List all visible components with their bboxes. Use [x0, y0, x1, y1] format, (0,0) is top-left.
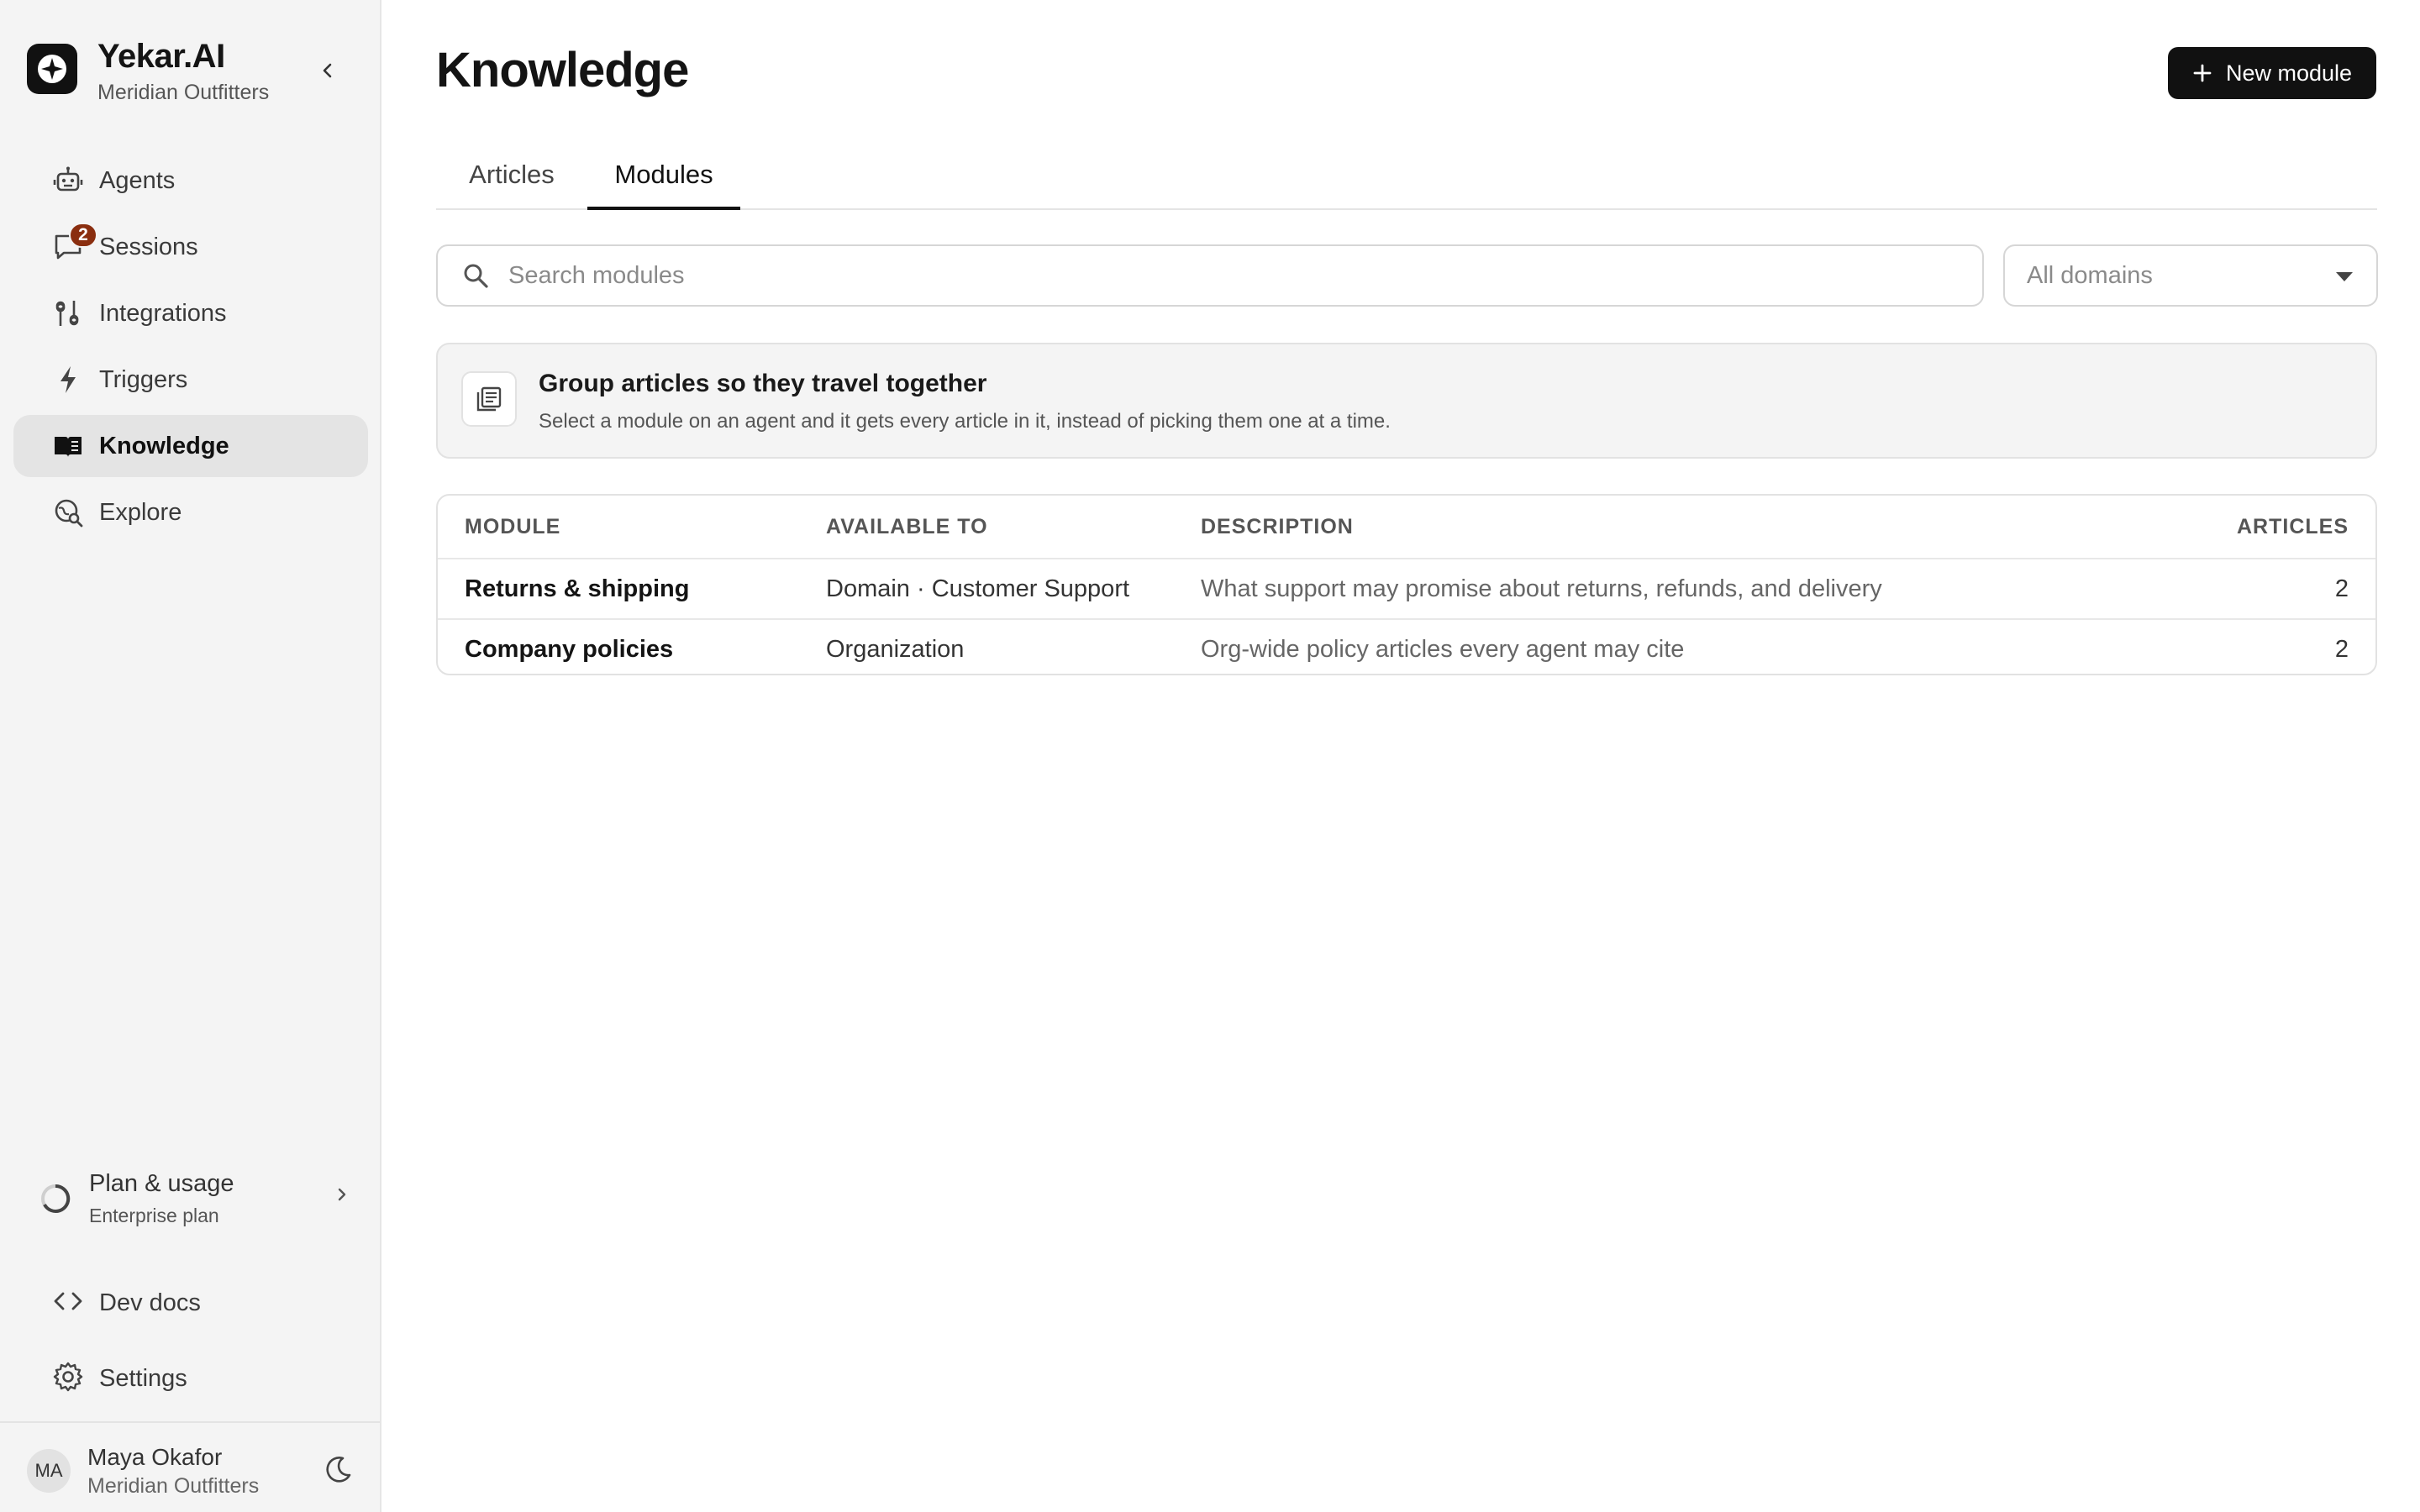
sidebar-item-sessions[interactable]: 2 Sessions [13, 216, 368, 278]
settings-link[interactable]: Settings [52, 1361, 187, 1397]
column-header-available-to[interactable]: AVAILABLE TO [826, 496, 988, 558]
brand-logo-icon [27, 44, 77, 94]
moon-icon [326, 1457, 351, 1483]
sidebar-item-label: Triggers [99, 365, 188, 393]
plan-title: Plan & usage [89, 1170, 234, 1197]
modules-table: MODULE AVAILABLE TO DESCRIPTION ARTICLES… [436, 494, 2377, 675]
sidebar-item-label: Sessions [99, 233, 198, 260]
brand-name: Yekar.AI [97, 38, 225, 75]
sidebar-item-agents[interactable]: Agents [13, 150, 368, 212]
search-input[interactable] [507, 260, 1939, 291]
info-callout: Group articles so they travel together S… [436, 343, 2377, 459]
settings-label: Settings [99, 1365, 187, 1392]
explore-icon [52, 496, 84, 528]
module-available-to: Domain · Customer Support [826, 575, 1130, 602]
plus-icon [2192, 63, 2212, 83]
new-module-label: New module [2225, 60, 2353, 86]
column-header-module[interactable]: MODULE [465, 496, 560, 558]
gear-icon [52, 1361, 84, 1397]
info-description: Select a module on an agent and it gets … [539, 410, 1391, 433]
brand-org: Meridian Outfitters [97, 81, 270, 104]
code-icon [52, 1285, 84, 1321]
new-module-button[interactable]: New module [2168, 47, 2376, 99]
integrations-icon [52, 297, 84, 329]
plan-usage[interactable]: Plan & usage Enterprise plan [39, 1161, 350, 1236]
sidebar: Yekar.AI Meridian Outfitters Agents 2 Se… [0, 0, 381, 1512]
sidebar-item-label: Explore [99, 498, 182, 526]
search-icon [461, 261, 490, 290]
sidebar-item-integrations[interactable]: Integrations [13, 282, 368, 344]
theme-toggle-button[interactable] [323, 1453, 355, 1489]
sessions-count-badge: 2 [69, 223, 97, 248]
sidebar-item-label: Agents [99, 166, 176, 194]
sidebar-item-triggers[interactable]: Triggers [13, 349, 368, 411]
robot-icon [52, 165, 84, 197]
chevron-right-icon [334, 1184, 350, 1209]
dev-docs-link[interactable]: Dev docs [52, 1285, 201, 1321]
user-profile[interactable]: MA Maya Okafor Meridian Outfitters [27, 1441, 355, 1500]
domain-select-value: All domains [2027, 261, 2153, 289]
sidebar-nav: Agents 2 Sessions Integrations Triggers [13, 150, 368, 548]
tab-bar: Articles Modules [436, 141, 2377, 210]
user-name: Maya Okafor [87, 1443, 223, 1470]
avatar: MA [27, 1449, 71, 1493]
module-name[interactable]: Returns & shipping [465, 559, 689, 618]
brand[interactable]: Yekar.AI Meridian Outfitters [27, 37, 269, 105]
module-name[interactable]: Company policies [465, 620, 673, 674]
tab-articles[interactable]: Articles [436, 141, 587, 208]
divider [0, 1421, 380, 1423]
module-article-count: 2 [2334, 635, 2349, 663]
column-header-articles[interactable]: ARTICLES [2237, 496, 2349, 558]
dev-docs-label: Dev docs [99, 1289, 201, 1316]
collapse-sidebar-button[interactable] [311, 54, 345, 87]
module-description: What support may promise about returns, … [1201, 575, 1882, 602]
column-header-description[interactable]: DESCRIPTION [1201, 496, 1354, 558]
sidebar-item-label: Knowledge [99, 432, 229, 459]
module-description: Org-wide policy articles every agent may… [1201, 635, 1685, 663]
chevron-left-icon [323, 63, 332, 78]
table-row[interactable]: Returns & shipping Domain · Customer Sup… [438, 559, 2375, 620]
sidebar-item-explore[interactable]: Explore [13, 481, 368, 543]
user-org: Meridian Outfitters [87, 1473, 260, 1498]
table-header-row: MODULE AVAILABLE TO DESCRIPTION ARTICLES [438, 496, 2375, 559]
sidebar-item-knowledge[interactable]: Knowledge [13, 415, 368, 477]
usage-ring-icon [41, 1184, 71, 1213]
caret-down-icon [2336, 271, 2353, 286]
plan-subtitle: Enterprise plan [89, 1205, 219, 1226]
tab-modules[interactable]: Modules [587, 141, 740, 210]
lightning-icon [52, 364, 84, 396]
table-row[interactable]: Company policies Organization Org-wide p… [438, 620, 2375, 674]
search-box[interactable] [436, 244, 1984, 307]
domain-select[interactable]: All domains [2003, 244, 2378, 307]
module-available-to: Organization [826, 635, 965, 663]
book-icon [52, 430, 84, 462]
sidebar-item-label: Integrations [99, 299, 227, 327]
module-article-count: 2 [2334, 575, 2349, 602]
modules-icon [461, 371, 517, 427]
page-title: Knowledge [436, 43, 689, 97]
main-content: Knowledge New module Articles Modules Al… [381, 0, 2420, 1512]
info-title: Group articles so they travel together [539, 370, 987, 397]
